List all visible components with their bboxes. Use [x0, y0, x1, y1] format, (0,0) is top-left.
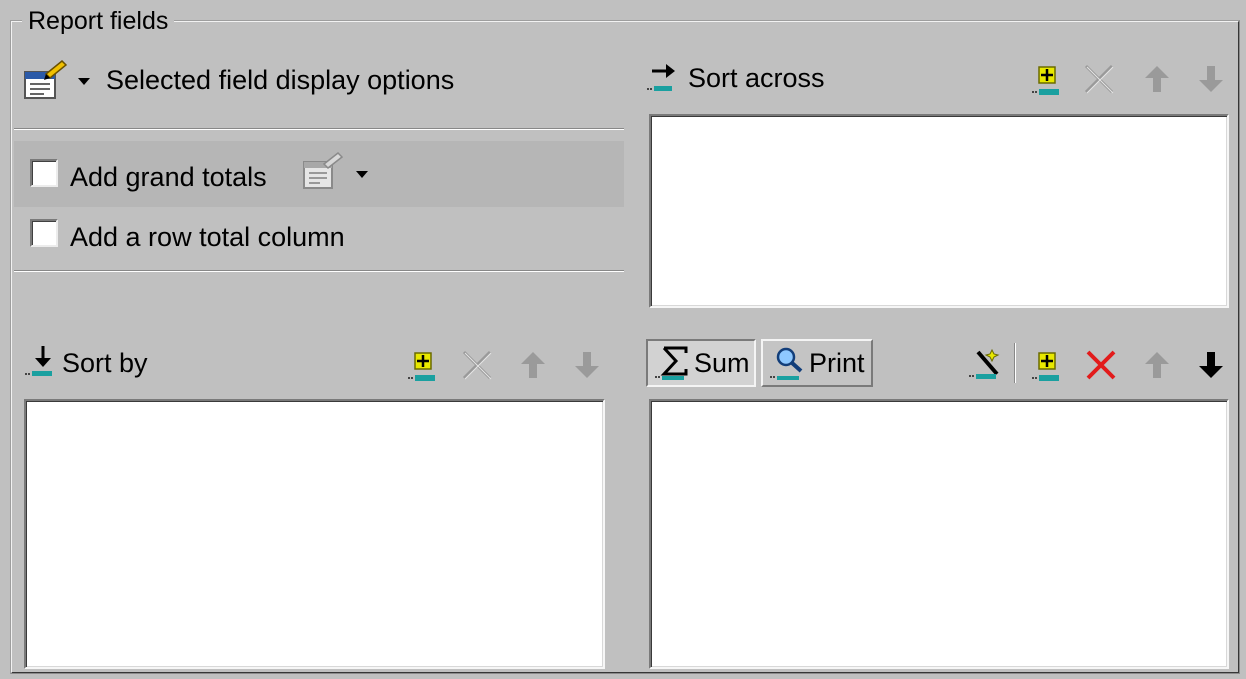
display-options-label[interactable]: Selected field display options — [106, 64, 454, 96]
print-icon — [770, 347, 803, 380]
row-total-checkbox[interactable] — [30, 219, 58, 247]
grand-totals-checkbox[interactable] — [30, 159, 58, 187]
sort-by-move-down-icon — [575, 352, 599, 378]
measures-delete-icon[interactable] — [1084, 348, 1118, 382]
sum-label: Sum — [694, 347, 750, 378]
sum-button[interactable]: Sum — [646, 339, 756, 387]
measures-add-field-icon[interactable] — [1030, 350, 1064, 384]
print-label: Print — [809, 347, 865, 378]
divider-top — [14, 128, 624, 130]
toolbar-separator — [1014, 343, 1016, 383]
sort-across-move-down-icon — [1199, 66, 1223, 92]
sort-by-delete-icon — [462, 350, 492, 380]
sort-across-icon — [647, 64, 675, 91]
measures-move-down-icon[interactable] — [1194, 348, 1228, 382]
measures-list[interactable] — [649, 399, 1229, 669]
field-display-options-icon[interactable] — [22, 58, 68, 102]
group-title: Report fields — [22, 6, 175, 36]
grand-totals-label[interactable]: Add grand totals — [70, 161, 267, 193]
wizard-icon[interactable] — [968, 346, 1002, 380]
sort-by-label: Sort by — [62, 348, 148, 378]
grand-totals-dropdown-icon[interactable] — [356, 171, 368, 178]
sort-by-list[interactable] — [24, 399, 605, 669]
divider-bottom — [14, 270, 624, 272]
sort-across-label: Sort across — [688, 63, 825, 93]
display-options-dropdown-icon[interactable] — [78, 78, 90, 85]
sort-across-delete-icon — [1084, 64, 1114, 94]
sort-across-list[interactable] — [649, 114, 1229, 308]
row-total-label[interactable]: Add a row total column — [70, 221, 345, 253]
sort-by-move-up-icon — [521, 352, 545, 378]
grand-totals-options-icon[interactable] — [300, 152, 348, 192]
sum-icon — [655, 346, 688, 380]
sort-by-icon — [25, 346, 52, 376]
sort-across-move-up-icon — [1145, 66, 1169, 92]
measures-move-up-icon — [1145, 352, 1169, 378]
sort-across-add-field-icon[interactable] — [1030, 64, 1064, 98]
sort-by-add-field-icon[interactable] — [406, 350, 440, 384]
print-button[interactable]: Print — [761, 339, 873, 387]
